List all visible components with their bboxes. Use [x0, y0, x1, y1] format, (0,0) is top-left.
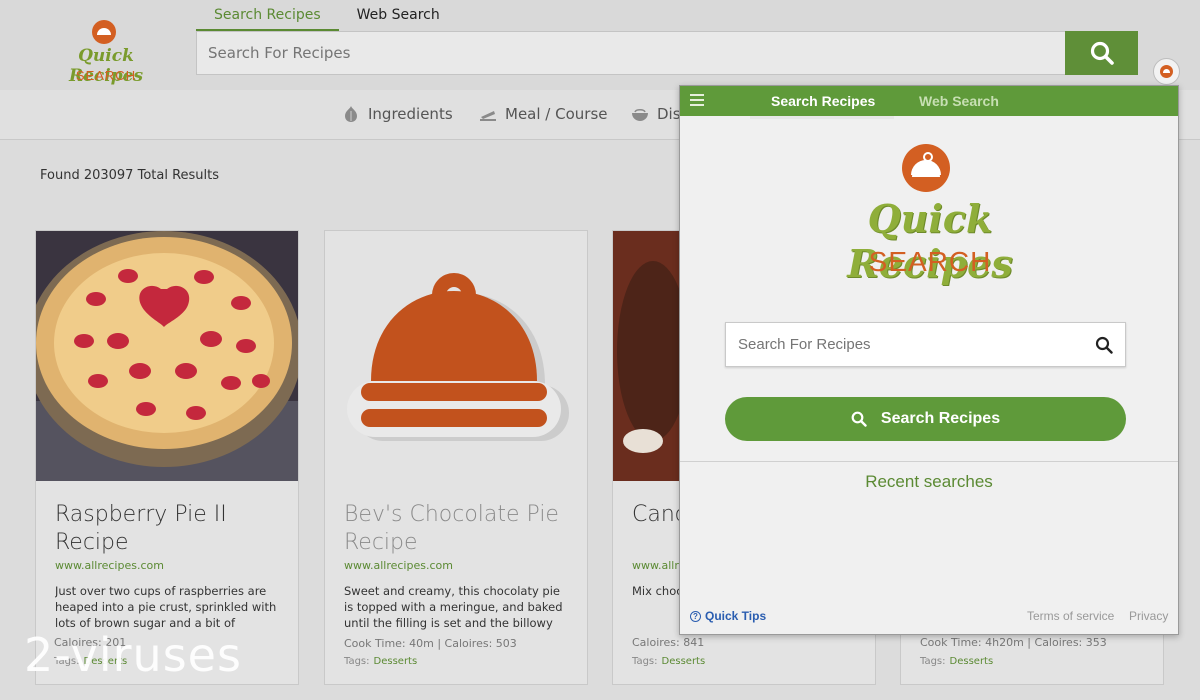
recipe-description: Just over two cups of raspberries are he…	[55, 584, 277, 630]
recipe-description: Sweet and creamy, this chocolaty pie is …	[344, 584, 563, 630]
category-dish[interactable]: Dis	[631, 102, 681, 126]
recipe-image-raspberry-pie[interactable]	[36, 231, 298, 481]
popup-logo: Quick Recipes SEARCH	[780, 144, 1080, 286]
tags-label: Tags:	[632, 656, 658, 667]
search-icon	[851, 411, 867, 427]
category-meal-course[interactable]: Meal / Course	[479, 102, 608, 126]
search-recipes-button[interactable]: Search Recipes	[725, 397, 1126, 441]
watermark-text: 2-viruses	[24, 628, 242, 682]
category-ingredients[interactable]: Ingredients	[342, 102, 453, 126]
tag-link[interactable]: Desserts	[662, 656, 706, 667]
quick-recipes-extension-icon[interactable]	[1153, 58, 1180, 85]
recipe-title[interactable]: Bev's Chocolate Pie Recipe	[344, 501, 574, 557]
popup-search-input[interactable]	[726, 323, 1086, 366]
category-label: Dis	[657, 105, 681, 123]
recipe-image-placeholder[interactable]	[325, 231, 587, 481]
cloche-icon	[902, 144, 950, 192]
category-label: Meal / Course	[505, 105, 608, 123]
recipe-card[interactable]: Raspberry Pie II Recipe www.allrecipes.c…	[35, 230, 299, 685]
recipe-source-link[interactable]: www.allrecipes.com	[55, 559, 164, 572]
recipe-tags: Tags: Desserts	[632, 656, 705, 667]
extension-popup: Search Recipes Web Search Quick Recipes …	[679, 85, 1179, 635]
recipe-tags: Tags: Desserts	[920, 656, 993, 667]
tag-link[interactable]: Desserts	[950, 656, 994, 667]
recent-searches-heading: Recent searches	[865, 472, 993, 491]
quick-tips-link[interactable]: ? Quick Tips	[690, 609, 766, 623]
recipe-title[interactable]: Raspberry Pie II Recipe	[55, 501, 285, 557]
popup-tab-bar: Search Recipes Web Search	[680, 86, 1178, 116]
search-icon[interactable]	[1095, 336, 1113, 354]
recipe-tags: Tags: Desserts	[344, 656, 417, 667]
recipe-source-link[interactable]: www.allr	[632, 559, 679, 572]
search-icon	[1090, 41, 1114, 65]
search-input[interactable]	[197, 32, 1065, 74]
site-logo[interactable]: Quick Recipes SEARCH	[44, 20, 168, 86]
popup-search-field	[725, 322, 1126, 367]
cloche-icon	[92, 20, 116, 44]
logo-word-text: SEARCH	[868, 246, 992, 277]
tab-search-recipes[interactable]: Search Recipes	[196, 6, 339, 32]
results-count: Found 203097 Total Results	[40, 168, 220, 183]
recipe-meta: Caloires: 841	[632, 636, 705, 649]
popup-tab-search-recipes[interactable]: Search Recipes	[771, 86, 875, 116]
page-header: Quick Recipes SEARCH Search Recipes Web …	[0, 0, 1200, 90]
recipe-meta: Cook Time: 4h20m | Caloires: 353	[920, 636, 1107, 649]
button-label: Search Recipes	[880, 410, 1001, 427]
tab-web-search[interactable]: Web Search	[339, 6, 458, 32]
tags-label: Tags:	[344, 656, 370, 667]
garlic-icon	[345, 106, 357, 122]
recipe-source-link[interactable]: www.allrecipes.com	[344, 559, 453, 572]
search-field-container	[196, 31, 1066, 75]
privacy-link[interactable]: Privacy	[1129, 609, 1168, 623]
hamburger-icon[interactable]	[690, 94, 704, 106]
tag-link[interactable]: Desserts	[374, 656, 418, 667]
quick-tips-label: Quick Tips	[705, 609, 767, 623]
recipe-card[interactable]: Bev's Chocolate Pie Recipe www.allrecipe…	[324, 230, 588, 685]
active-tab-indicator	[750, 116, 894, 119]
tags-label: Tags:	[920, 656, 946, 667]
terms-of-service-link[interactable]: Terms of service	[1027, 609, 1114, 623]
recipe-meta: Cook Time: 40m | Caloires: 503	[344, 637, 517, 650]
logo-word-text: SEARCH	[75, 68, 137, 83]
popup-tab-web-search[interactable]: Web Search	[919, 86, 999, 116]
dish-icon	[480, 111, 496, 121]
search-type-tabs: Search Recipes Web Search	[196, 6, 458, 32]
divider	[680, 461, 1178, 462]
bowl-icon	[632, 109, 648, 121]
help-icon: ?	[690, 610, 701, 622]
category-label: Ingredients	[368, 105, 453, 123]
search-button[interactable]	[1065, 31, 1138, 75]
